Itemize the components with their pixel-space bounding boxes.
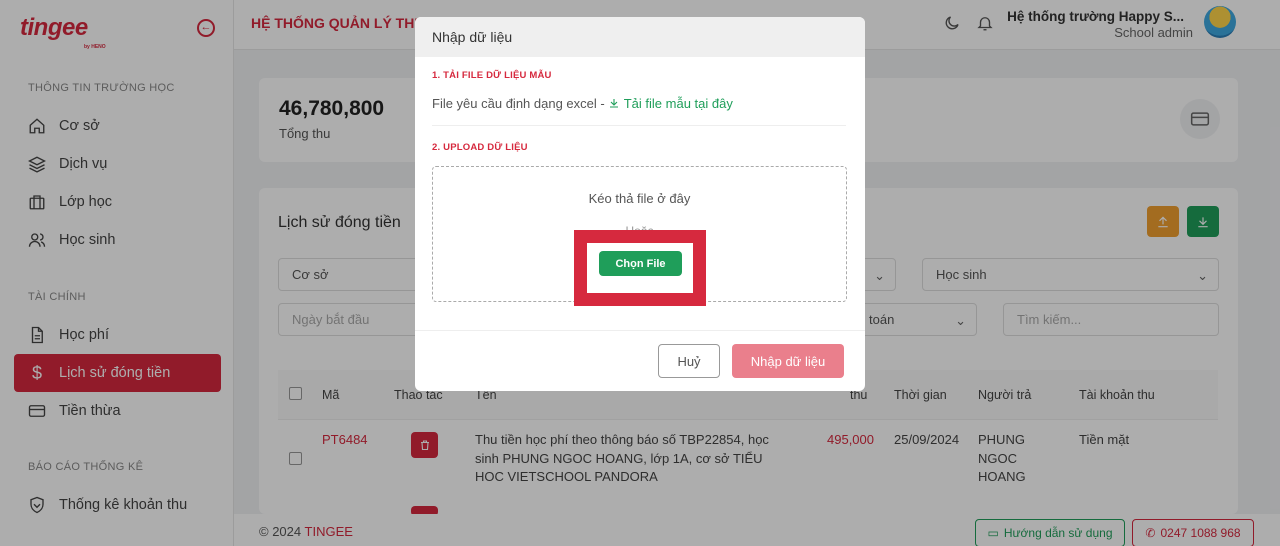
choose-file-button[interactable]: Chọn File [599,251,682,276]
import-submit-button[interactable]: Nhập dữ liệu [732,344,844,378]
format-requirement-text: File yêu cầu định dạng excel - [432,96,605,111]
modal-title: Nhập dữ liệu [432,29,513,45]
format-requirement: File yêu cầu định dạng excel - Tải file … [432,96,733,111]
modal-header: Nhập dữ liệu [415,17,865,57]
modal-footer-divider [415,330,865,331]
download-template-link[interactable]: Tải file mẫu tại đây [608,96,733,111]
cancel-button[interactable]: Huỷ [658,344,720,378]
download-icon [610,99,619,108]
import-data-modal: Nhập dữ liệu 1. TẢI FILE DỮ LIỆU MẪU Fil… [415,17,865,391]
file-dropzone[interactable]: Kéo thả file ở đây Hoặc Chọn File [432,166,847,306]
divider [432,125,846,126]
download-template-label: Tải file mẫu tại đây [623,96,733,111]
step-1-title: 1. TẢI FILE DỮ LIỆU MẪU [432,70,552,81]
drop-hint: Kéo thả file ở đây [588,191,691,206]
step-2-title: 2. UPLOAD DỮ LIỆU [432,142,528,153]
